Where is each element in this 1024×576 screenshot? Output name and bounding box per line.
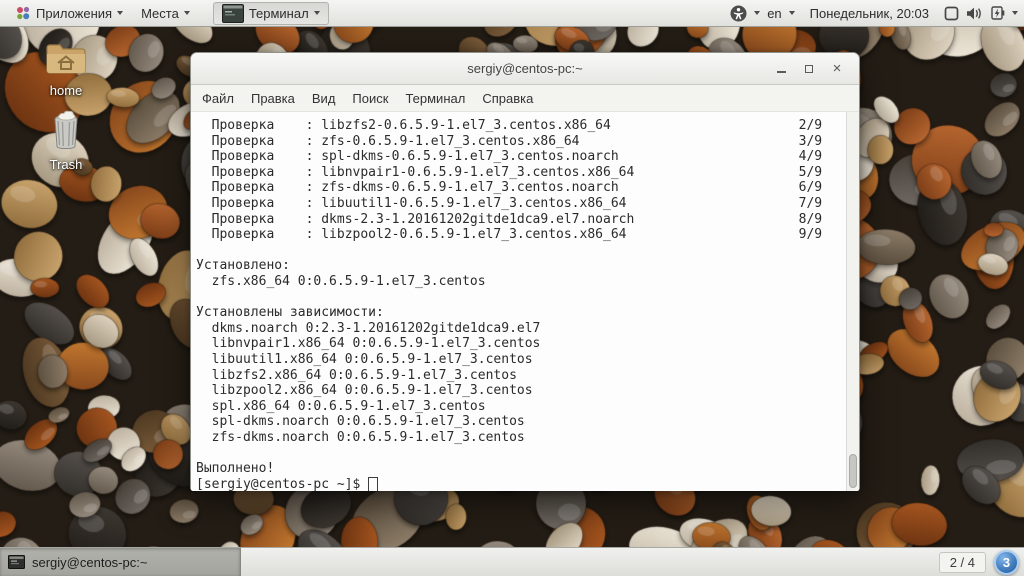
desktop-icon-label: home xyxy=(49,83,83,98)
maximize-icon xyxy=(805,64,813,73)
maximize-button[interactable] xyxy=(795,57,823,81)
terminal-window: sergiy@centos-pc:~ × Файл Правка Вид Пои… xyxy=(190,52,860,491)
active-app-menu-label: Терминал xyxy=(248,5,309,21)
terminal-prompt-line: [sergiy@centos-pc ~]$ xyxy=(191,476,859,491)
shell-prompt: [sergiy@centos-pc ~]$ xyxy=(196,476,369,491)
terminal-content[interactable]: Проверка : libzfs2-0.6.5.9-1.el7_3.cento… xyxy=(191,112,859,491)
chevron-down-icon[interactable] xyxy=(1012,11,1018,15)
notification-badge-count: 3 xyxy=(1002,554,1011,570)
menu-help[interactable]: Справка xyxy=(482,91,533,106)
terminal-scrollbar[interactable] xyxy=(846,112,859,491)
minimize-icon xyxy=(776,71,786,73)
chevron-down-icon xyxy=(117,11,124,15)
places-menu[interactable]: Места xyxy=(132,3,199,24)
terminal-icon xyxy=(8,555,25,569)
taskbar-right: 2 / 4 3 xyxy=(938,549,1024,575)
volume-icon[interactable] xyxy=(966,6,983,21)
top-panel: Приложения Места Терминал en Понедельник… xyxy=(0,0,1024,27)
home-folder-icon xyxy=(45,42,87,79)
taskbar-window-button-label: sergiy@centos-pc:~ xyxy=(32,554,148,570)
chevron-down-icon[interactable] xyxy=(788,11,795,15)
desktop-icon-trash[interactable]: Trash xyxy=(28,110,104,172)
terminal-titlebar[interactable]: sergiy@centos-pc:~ × xyxy=(191,53,859,85)
terminal-output: Проверка : libzfs2-0.6.5.9-1.el7_3.cento… xyxy=(196,118,823,477)
accessibility-icon[interactable] xyxy=(730,5,747,22)
taskbar-window-button[interactable]: sergiy@centos-pc:~ xyxy=(0,548,241,576)
terminal-icon xyxy=(221,3,244,23)
menu-file[interactable]: Файл xyxy=(202,91,234,106)
notification-badge[interactable]: 3 xyxy=(994,549,1019,575)
scrollbar-thumb[interactable] xyxy=(849,454,857,488)
menu-search[interactable]: Поиск xyxy=(352,91,388,106)
applications-menu-label: Приложения xyxy=(36,5,113,21)
close-button[interactable]: × xyxy=(823,57,851,81)
window-title: sergiy@centos-pc:~ xyxy=(467,61,583,76)
clock[interactable]: Понедельник, 20:03 xyxy=(810,6,929,21)
minimize-button[interactable] xyxy=(767,57,795,81)
applications-menu[interactable]: Приложения xyxy=(6,2,132,24)
desktop-icon-label: Trash xyxy=(49,157,83,172)
places-menu-label: Места xyxy=(141,5,179,21)
chevron-down-icon xyxy=(313,11,320,15)
bottom-taskbar: sergiy@centos-pc:~ 2 / 4 3 xyxy=(0,547,1024,576)
window-controls: × xyxy=(767,53,851,84)
menu-view[interactable]: Вид xyxy=(312,91,336,106)
menu-terminal[interactable]: Терминал xyxy=(405,91,465,106)
terminal-menubar: Файл Правка Вид Поиск Терминал Справка xyxy=(191,85,859,112)
workspace-indicator-label: 2 / 4 xyxy=(949,554,975,570)
workspace-indicator[interactable]: 2 / 4 xyxy=(938,551,986,573)
keyboard-layout-indicator[interactable]: en xyxy=(767,6,781,21)
applications-icon xyxy=(15,5,31,21)
desktop: Приложения Места Терминал en Понедельник… xyxy=(0,0,1024,576)
battery-icon[interactable] xyxy=(990,5,1005,21)
trash-icon xyxy=(50,110,82,153)
desktop-icon-home[interactable]: home xyxy=(28,42,104,98)
panel-left: Приложения Места Терминал xyxy=(6,1,329,25)
notification-icon[interactable] xyxy=(944,6,959,21)
terminal-cursor xyxy=(368,476,379,491)
chevron-down-icon[interactable] xyxy=(754,11,761,15)
chevron-down-icon xyxy=(183,11,190,15)
close-icon: × xyxy=(832,60,842,77)
panel-right: en Понедельник, 20:03 xyxy=(730,5,1018,22)
menu-edit[interactable]: Правка xyxy=(251,91,295,106)
active-app-menu[interactable]: Терминал xyxy=(212,1,329,25)
